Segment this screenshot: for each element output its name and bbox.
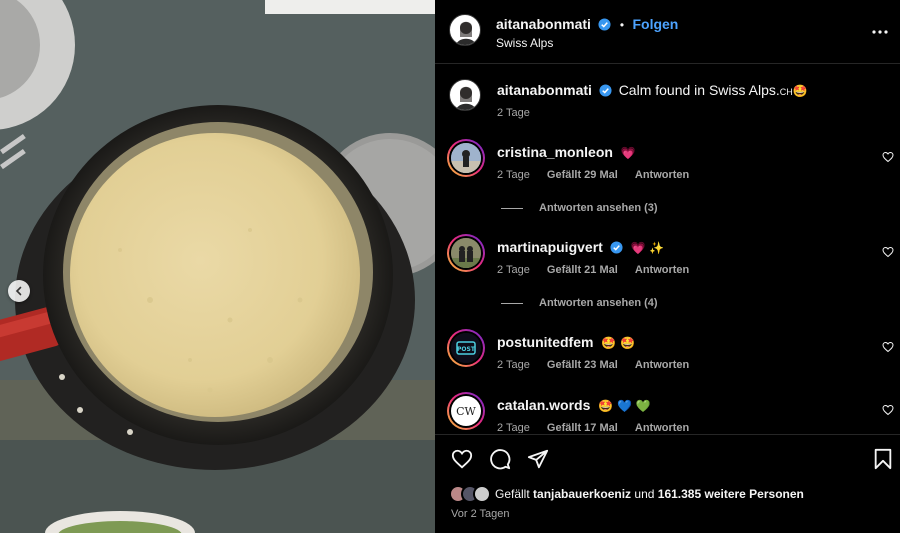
likes-text: Gefällt tanjabauerkoeniz und 161.385 wei…	[495, 487, 804, 501]
comment-likes[interactable]: Gefällt 23 Mal	[547, 359, 618, 371]
verified-badge-icon	[598, 18, 611, 31]
likes-summary[interactable]: Gefällt tanjabauerkoeniz und 161.385 wei…	[449, 485, 804, 503]
comment-time: 2 Tage	[497, 359, 530, 371]
caption-suffix: CH	[779, 87, 793, 97]
likes-middle: und	[634, 487, 655, 501]
follow-button[interactable]: Folgen	[632, 16, 678, 32]
verified-badge-icon	[599, 84, 612, 97]
comment-meta: 2 Tage Gefällt 23 Mal Antworten	[497, 359, 703, 371]
comment-text-row: martinapuigvert 💗 ✨	[497, 239, 664, 255]
comment-avatar	[451, 238, 481, 268]
post-header: aitanabonmati • Folgen Swiss Alps	[435, 0, 900, 64]
comment-likes[interactable]: Gefällt 21 Mal	[547, 264, 618, 276]
likes-prefix: Gefällt	[495, 487, 530, 501]
comment-reply-button[interactable]: Antworten	[635, 169, 689, 181]
more-icon[interactable]	[872, 24, 888, 40]
post-photo[interactable]	[0, 0, 435, 533]
comment-likes[interactable]: Gefällt 29 Mal	[547, 169, 618, 181]
comment-heart-icon[interactable]	[882, 341, 894, 353]
author-username[interactable]: aitanabonmati	[496, 16, 591, 32]
comment-time: 2 Tage	[497, 169, 530, 181]
comment-avatar	[451, 143, 481, 173]
post-location[interactable]: Swiss Alps	[496, 36, 553, 50]
comment-text-row: catalan.words 🤩 💙 💚	[497, 397, 651, 413]
view-replies-button[interactable]: Antworten ansehen (3)	[501, 202, 658, 214]
replies-line	[501, 302, 523, 304]
comment-username[interactable]: cristina_monleon	[497, 144, 613, 160]
chevron-left-icon	[15, 286, 22, 296]
caption-emoji: 🤩	[792, 84, 808, 98]
comment-username[interactable]: postunitedfem	[497, 334, 593, 350]
comment-reply-button[interactable]: Antworten	[635, 264, 689, 276]
comment-heart-icon[interactable]	[882, 246, 894, 258]
header-separator: •	[619, 18, 625, 32]
caption-meta: 2 Tage	[497, 107, 544, 119]
likes-count[interactable]: 161.385 weitere Personen	[658, 487, 804, 501]
post-time[interactable]: Vor 2 Tagen	[451, 508, 510, 520]
caption-avatar[interactable]	[449, 79, 481, 111]
comment-avatar-ring[interactable]	[447, 139, 485, 177]
comment-text-row: postunitedfem 🤩 🤩	[497, 334, 635, 350]
comment-heart-icon[interactable]	[882, 404, 894, 416]
comment-text: 🤩 💙 💚	[598, 399, 651, 413]
caption-time: 2 Tage	[497, 107, 530, 119]
post-details-panel: aitanabonmati • Folgen Swiss Alps aitana…	[435, 0, 900, 533]
comment-reply-button[interactable]: Antworten	[635, 422, 689, 433]
share-icon[interactable]	[527, 448, 549, 470]
verified-badge-icon	[610, 241, 623, 254]
comment-text: 🤩 🤩	[601, 336, 636, 350]
header-title-row: aitanabonmati • Folgen	[496, 16, 678, 34]
heart-icon[interactable]	[451, 448, 473, 470]
comment-avatar-ring[interactable]	[447, 234, 485, 272]
caption-username[interactable]: aitanabonmati	[497, 82, 592, 98]
post-actions: Gefällt tanjabauerkoeniz und 161.385 wei…	[435, 434, 900, 533]
comments-list[interactable]: aitanabonmati Calm found in Swiss Alps.C…	[435, 65, 900, 433]
avatar-badge-text: POST	[457, 346, 476, 353]
comment-time: 2 Tage	[497, 264, 530, 276]
comment-text-row: cristina_monleon 💗	[497, 144, 636, 160]
caption-text: Calm found in Swiss Alps.	[618, 82, 780, 98]
view-replies-button[interactable]: Antworten ansehen (4)	[501, 297, 658, 309]
comment-text: 💗 ✨	[630, 241, 665, 255]
comment-username[interactable]: martinapuigvert	[497, 239, 603, 255]
liker-avatar	[473, 485, 491, 503]
comment-meta: 2 Tage Gefällt 21 Mal Antworten	[497, 264, 703, 276]
caption-text-row: aitanabonmati Calm found in Swiss Alps.C…	[497, 82, 808, 98]
comment-reply-button[interactable]: Antworten	[635, 359, 689, 371]
author-avatar[interactable]	[449, 14, 481, 46]
comment-meta: 2 Tage Gefällt 29 Mal Antworten	[497, 169, 703, 181]
comment-heart-icon[interactable]	[882, 151, 894, 163]
comment-username[interactable]: catalan.words	[497, 397, 590, 413]
comment-meta: 2 Tage Gefällt 17 Mal Antworten	[497, 422, 703, 433]
comment-likes[interactable]: Gefällt 17 Mal	[547, 422, 618, 433]
comment-icon[interactable]	[489, 448, 511, 470]
view-replies-label: Antworten ansehen (3)	[539, 202, 658, 214]
previous-image-button[interactable]	[8, 280, 30, 302]
view-replies-label: Antworten ansehen (4)	[539, 297, 658, 309]
comment-avatar-ring[interactable]: POST	[447, 329, 485, 367]
fondue-image	[0, 0, 435, 533]
replies-line	[501, 207, 523, 209]
liked-by-username[interactable]: tanjabauerkoeniz	[533, 487, 631, 501]
comment-avatar: POST	[451, 333, 481, 363]
bookmark-icon[interactable]	[873, 448, 893, 470]
comment-avatar-ring[interactable]: CW	[447, 392, 485, 430]
comment-avatar-text: CW	[456, 404, 476, 418]
comment-text: 💗	[620, 146, 636, 160]
comment-time: 2 Tage	[497, 422, 530, 433]
